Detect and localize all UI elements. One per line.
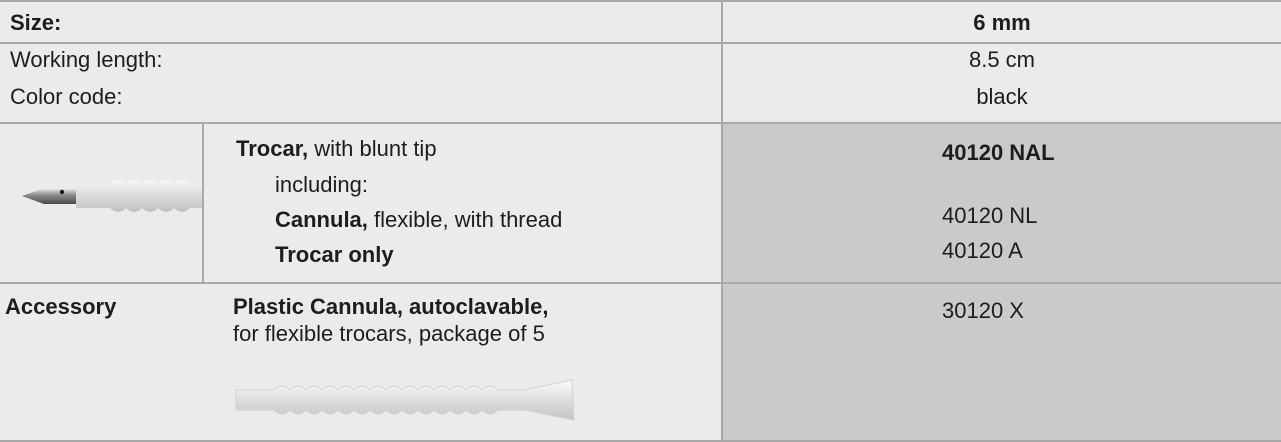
working-length-value: 8.5 cm <box>968 47 1036 72</box>
cannula-line: Cannula, flexible, with thread <box>275 207 562 233</box>
accessory-desc: for flexible trocars, package of 5 <box>233 321 545 346</box>
code-cannula: 40120 NL <box>942 203 1038 228</box>
including-text: including: <box>275 172 368 197</box>
trocar-title: Trocar, with blunt tip <box>236 136 437 162</box>
plastic-cannula-image <box>235 379 575 421</box>
accessory-title: Plastic Cannula, autoclavable, <box>233 294 549 319</box>
trocar-title-bold: Trocar, <box>236 136 309 161</box>
accessory-code: 30120 X <box>942 298 1024 323</box>
rule-header-bottom <box>0 42 1281 44</box>
rule-image-col <box>202 124 204 282</box>
trocar-with-cannula-image <box>22 180 202 212</box>
code-trocar: 40120 A <box>942 238 1023 263</box>
trocar-only-line: Trocar only <box>275 242 394 267</box>
cannula-rest: flexible, with thread <box>367 207 563 232</box>
code-main: 40120 NAL <box>942 140 1055 165</box>
trocar-title-rest: with blunt tip <box>308 136 437 161</box>
working-length-label: Working length: <box>10 47 163 72</box>
color-code-label: Color code: <box>10 84 123 109</box>
cannula-bold: Cannula, <box>275 207 368 232</box>
color-code-value: black <box>976 84 1028 109</box>
rule-trocar-bottom <box>0 282 1281 284</box>
rule-top <box>0 0 1281 2</box>
rule-specs-bottom <box>0 122 1281 124</box>
accessory-label: Accessory <box>5 294 117 319</box>
size-label: Size: <box>10 10 62 35</box>
product-spec-table: Size: 6 mm Working length: 8.5 cm Color … <box>0 0 1281 442</box>
size-value: 6 mm <box>973 10 1031 35</box>
